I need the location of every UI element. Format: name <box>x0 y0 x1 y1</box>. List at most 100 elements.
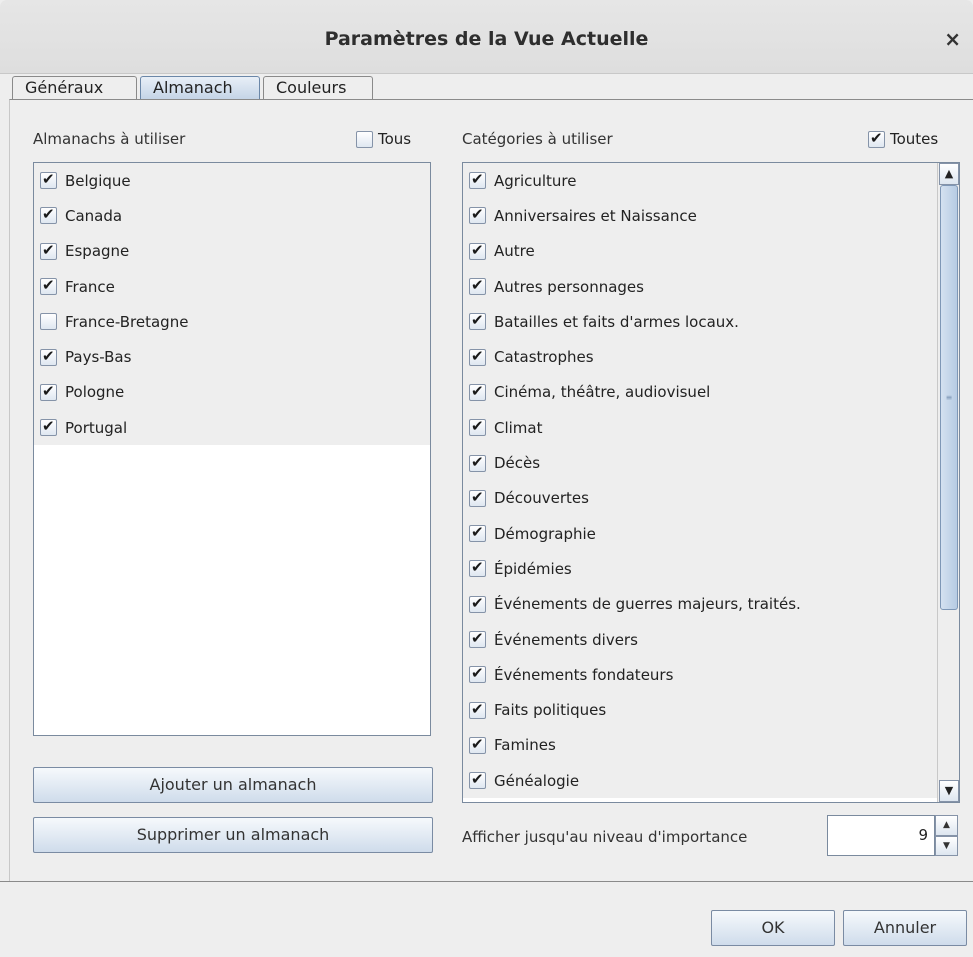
list-item[interactable]: Espagne <box>34 233 430 269</box>
checkbox-icon <box>868 129 885 148</box>
list-item-label: France-Bretagne <box>65 312 189 331</box>
categories-scrollbar[interactable]: ▲ ≡ ▼ <box>937 163 959 802</box>
importance-spinner-field[interactable]: 9 <box>827 815 935 856</box>
list-item-label: France <box>65 277 115 296</box>
list-item-label: Autres personnages <box>494 277 644 296</box>
checkbox-icon <box>469 453 486 472</box>
list-item[interactable]: Autres personnages <box>463 268 937 305</box>
list-item-label: Découvertes <box>494 489 589 508</box>
list-item[interactable]: Batailles et faits d'armes locaux. <box>463 304 937 340</box>
window-title: Paramètres de la Vue Actuelle <box>324 28 649 50</box>
list-item[interactable]: Pays-Bas <box>34 339 430 375</box>
close-icon[interactable]: × <box>944 28 961 50</box>
list-item[interactable]: Généalogie <box>463 763 937 799</box>
list-item-label: Décès <box>494 454 541 473</box>
grip-icon: ≡ <box>945 392 953 402</box>
spinner-up-arrow-icon[interactable]: ▲ <box>935 815 958 836</box>
settings-dialog: Paramètres de la Vue Actuelle × Généraux… <box>0 0 973 957</box>
checkbox-icon <box>469 558 486 578</box>
checkbox-icon <box>40 205 57 225</box>
scroll-thumb[interactable]: ≡ <box>940 185 958 610</box>
list-item[interactable]: Autre <box>463 233 937 269</box>
list-item[interactable]: Événements de guerres majeurs, traités. <box>463 586 937 622</box>
checkbox-icon <box>469 382 486 401</box>
all-categories-label: Toutes <box>890 130 939 148</box>
list-item-label: Généalogie <box>494 771 580 790</box>
list-item[interactable]: Agriculture <box>463 163 937 199</box>
all-categories-checkbox[interactable]: Toutes <box>868 129 939 148</box>
tab-almanach[interactable]: Almanach <box>140 76 260 100</box>
checkbox-icon <box>469 700 486 719</box>
spinner-down-arrow-icon[interactable]: ▼ <box>935 835 958 856</box>
checkbox-icon <box>469 417 486 437</box>
list-item[interactable]: France <box>34 268 430 305</box>
list-item[interactable]: France-Bretagne <box>34 304 430 340</box>
checkbox-icon <box>469 311 486 331</box>
categories-label: Catégories à utiliser <box>462 130 613 148</box>
ok-button[interactable]: OK <box>711 910 835 946</box>
list-item-label: Portugal <box>65 418 128 437</box>
list-item[interactable]: Climat <box>463 410 937 446</box>
cancel-button[interactable]: Annuler <box>843 910 967 946</box>
remove-almanac-button[interactable]: Supprimer un almanach <box>33 817 433 853</box>
list-item-label: Famines <box>494 736 556 755</box>
tab-couleurs[interactable]: Couleurs <box>263 76 373 100</box>
list-item[interactable]: Faits politiques <box>463 692 937 728</box>
checkbox-icon <box>40 276 57 296</box>
list-item[interactable]: Démographie <box>463 515 937 552</box>
list-item-label: Climat <box>494 418 543 437</box>
list-item-label: Pays-Bas <box>65 348 132 367</box>
scroll-down-arrow-icon[interactable]: ▼ <box>939 780 959 802</box>
list-item-label: Épidémies <box>494 559 572 578</box>
checkbox-icon <box>469 770 486 790</box>
list-item[interactable]: Découvertes <box>463 480 937 516</box>
list-item[interactable]: Épidémies <box>463 551 937 587</box>
list-item[interactable]: Canada <box>34 198 430 234</box>
add-almanac-button[interactable]: Ajouter un almanach <box>33 767 433 803</box>
list-item[interactable]: Cinéma, théâtre, audiovisuel <box>463 374 937 411</box>
list-item[interactable]: Anniversaires et Naissance <box>463 198 937 234</box>
list-item-label: Batailles et faits d'armes locaux. <box>494 312 739 331</box>
checkbox-icon <box>469 205 486 225</box>
checkbox-icon <box>469 629 486 648</box>
all-almanacs-checkbox[interactable]: Tous <box>356 130 411 148</box>
list-item-label: Anniversaires et Naissance <box>494 206 697 225</box>
list-item-label: Canada <box>65 206 123 225</box>
title-bar[interactable]: Paramètres de la Vue Actuelle × <box>0 0 973 74</box>
checkbox-icon <box>40 417 57 437</box>
checkbox-icon <box>469 594 486 613</box>
checkbox-icon <box>40 347 57 366</box>
checkbox-icon <box>469 170 486 190</box>
list-item[interactable]: Famines <box>463 727 937 764</box>
list-item-label: Agriculture <box>494 171 577 190</box>
list-item[interactable]: Événements fondateurs <box>463 657 937 693</box>
checkbox-icon <box>469 664 486 684</box>
almanacs-label: Almanachs à utiliser <box>33 130 186 148</box>
almanacs-list[interactable]: Belgique Canada Espagne France France-Bretag… <box>33 162 431 736</box>
list-item-label: Pologne <box>65 383 125 402</box>
list-item[interactable]: Événements divers <box>463 621 937 658</box>
list-item-label: Démographie <box>494 524 596 543</box>
categories-list[interactable]: Agriculture Anniversaires et Naissance Aut… <box>462 162 960 803</box>
checkbox-icon <box>469 276 486 296</box>
list-item-label: Événements divers <box>494 630 638 649</box>
checkbox-icon <box>469 347 486 366</box>
checkbox-icon <box>40 382 57 401</box>
list-item-label: Faits politiques <box>494 701 607 720</box>
list-item[interactable]: Portugal <box>34 410 430 446</box>
list-item-label: Belgique <box>65 171 131 190</box>
list-item-label: Cinéma, théâtre, audiovisuel <box>494 383 711 402</box>
checkbox-icon <box>40 241 57 260</box>
checkbox-icon <box>40 313 57 331</box>
list-item-label: Catastrophes <box>494 348 594 367</box>
checkbox-icon <box>469 241 486 260</box>
list-item-label: Espagne <box>65 242 130 261</box>
list-item[interactable]: Décès <box>463 445 937 481</box>
checkbox-icon <box>40 170 57 190</box>
list-item[interactable]: Catastrophes <box>463 339 937 375</box>
list-item[interactable]: Pologne <box>34 374 430 411</box>
scroll-up-arrow-icon[interactable]: ▲ <box>939 163 959 185</box>
list-item[interactable]: Belgique <box>34 163 430 199</box>
all-almanacs-label: Tous <box>378 130 412 148</box>
tab-generaux[interactable]: Généraux <box>12 76 137 100</box>
